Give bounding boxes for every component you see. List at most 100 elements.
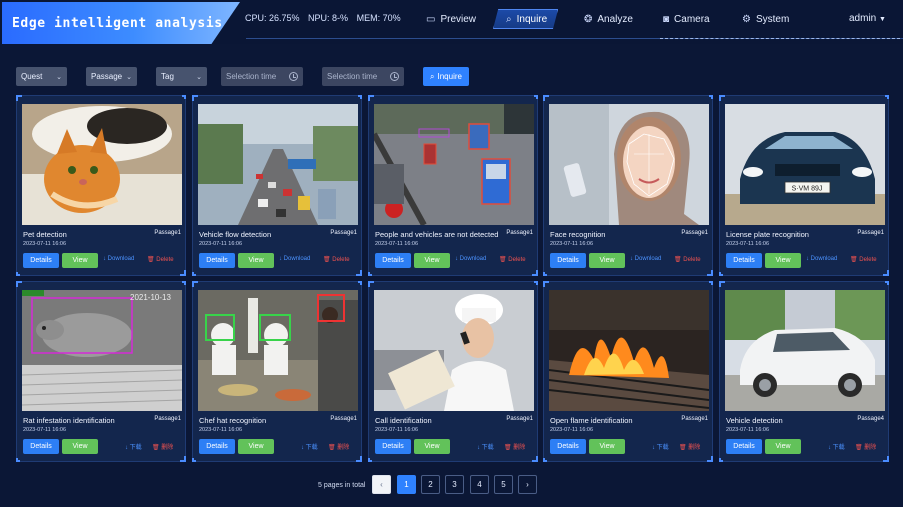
- page-3-button[interactable]: 3: [445, 475, 464, 494]
- delete-link[interactable]: 🗑 Delete: [850, 256, 877, 263]
- details-button[interactable]: Details: [23, 439, 59, 454]
- page-2-button[interactable]: 2: [421, 475, 440, 494]
- download-link[interactable]: ↓ Download: [103, 256, 134, 262]
- passage-select[interactable]: Passage ⌄: [86, 67, 137, 86]
- details-button[interactable]: Details: [23, 253, 59, 268]
- delete-label: 删除: [864, 445, 877, 451]
- search-doc-icon: ⌕: [506, 13, 512, 25]
- thumbnail-image: 2021-10-13: [22, 290, 182, 411]
- delete-link[interactable]: 🗑 Delete: [674, 256, 701, 263]
- chevron-down-icon: ⌄: [196, 73, 202, 81]
- view-button[interactable]: View: [414, 253, 450, 268]
- card-thumbnail[interactable]: [549, 290, 709, 411]
- nav-camera[interactable]: ◙ Camera: [663, 9, 710, 29]
- download-label: 下载: [832, 445, 845, 451]
- card-passage: Passage1: [681, 230, 708, 236]
- delete-link[interactable]: 🗑 删除: [328, 442, 349, 451]
- card-thumbnail[interactable]: [198, 104, 358, 225]
- delete-link[interactable]: 🗑 删除: [504, 442, 525, 451]
- delete-link[interactable]: 🗑 Delete: [499, 256, 526, 263]
- card-passage: Passage4: [857, 416, 884, 422]
- next-page-button[interactable]: ›: [518, 475, 537, 494]
- card-thumbnail[interactable]: [374, 104, 534, 225]
- view-button[interactable]: View: [414, 439, 450, 454]
- start-time-picker[interactable]: Selection time: [221, 67, 303, 86]
- download-link[interactable]: ↓ Download: [806, 256, 837, 262]
- delete-link[interactable]: 🗑 删除: [152, 442, 173, 451]
- end-time-picker[interactable]: Selection time: [322, 67, 404, 86]
- download-icon: ↓: [806, 256, 809, 262]
- card-title: License plate recognition: [726, 230, 809, 239]
- details-button[interactable]: Details: [375, 253, 411, 268]
- download-link[interactable]: ↓ 下载: [125, 442, 142, 451]
- download-link[interactable]: ↓ 下载: [301, 442, 318, 451]
- card-thumbnail[interactable]: [725, 290, 885, 411]
- details-button[interactable]: Details: [199, 439, 235, 454]
- details-button[interactable]: Details: [550, 253, 586, 268]
- card-thumbnail[interactable]: 2021-10-13: [22, 290, 182, 411]
- card-thumbnail[interactable]: [549, 104, 709, 225]
- thumbnail-image: [198, 290, 358, 411]
- download-link[interactable]: ↓ 下载: [652, 442, 669, 451]
- details-button[interactable]: Details: [199, 253, 235, 268]
- prev-page-button[interactable]: ‹: [372, 475, 391, 494]
- nav-preview[interactable]: ▭ Preview: [426, 9, 476, 29]
- tag-select[interactable]: Tag ⌄: [156, 67, 207, 86]
- card-passage: Passage1: [857, 230, 884, 236]
- page-1-button[interactable]: 1: [397, 475, 416, 494]
- view-button[interactable]: View: [238, 439, 274, 454]
- delete-link[interactable]: 🗑 Delete: [323, 256, 350, 263]
- download-icon: ↓: [455, 256, 458, 262]
- download-link[interactable]: ↓ 下载: [828, 442, 845, 451]
- page-number: 1: [404, 480, 409, 489]
- details-button[interactable]: Details: [726, 253, 762, 268]
- card-timestamp: 2023-07-11 16:06: [375, 427, 419, 433]
- card-timestamp: 2023-07-11 16:06: [23, 427, 67, 433]
- download-icon: ↓: [279, 256, 282, 262]
- user-menu[interactable]: admin ▼: [849, 13, 886, 24]
- delete-label: 删除: [513, 445, 526, 451]
- resource-stats: CPU: 26.75% NPU: 8-% MEM: 70%: [245, 13, 407, 23]
- nav-analyze-label: Analyze: [597, 13, 633, 25]
- download-link[interactable]: ↓ 下载: [477, 442, 494, 451]
- chevron-left-icon: ‹: [380, 480, 383, 489]
- thumbnail-image: [549, 290, 709, 411]
- view-button[interactable]: View: [62, 253, 98, 268]
- inquire-button[interactable]: ⌕ Inquire: [423, 67, 469, 86]
- delete-label: 删除: [337, 445, 350, 451]
- nav-analyze[interactable]: ❂ Analyze: [584, 9, 633, 29]
- page-total: 5 pages in total: [318, 482, 366, 489]
- view-button[interactable]: View: [589, 253, 625, 268]
- view-button[interactable]: View: [62, 439, 98, 454]
- details-button[interactable]: Details: [375, 439, 411, 454]
- card-thumbnail[interactable]: [22, 104, 182, 225]
- view-button[interactable]: View: [765, 253, 801, 268]
- cpu-usage: CPU: 26.75%: [245, 13, 300, 23]
- delete-link[interactable]: 🗑 删除: [679, 442, 700, 451]
- download-link[interactable]: ↓ Download: [279, 256, 310, 262]
- page-number: 3: [452, 480, 457, 489]
- delete-link[interactable]: 🗑 Delete: [147, 256, 174, 263]
- details-button[interactable]: Details: [550, 439, 586, 454]
- delete-link[interactable]: 🗑 删除: [855, 442, 876, 451]
- nav-system[interactable]: ⚙ System: [742, 9, 789, 29]
- page-5-button[interactable]: 5: [494, 475, 513, 494]
- download-icon: ↓: [103, 256, 106, 262]
- details-button[interactable]: Details: [726, 439, 762, 454]
- chevron-down-icon: ▼: [879, 16, 886, 23]
- download-icon: ↓: [301, 445, 304, 451]
- card-thumbnail[interactable]: S·VM 89J: [725, 104, 885, 225]
- view-button[interactable]: View: [765, 439, 801, 454]
- view-button[interactable]: View: [589, 439, 625, 454]
- view-button[interactable]: View: [238, 253, 274, 268]
- page-4-button[interactable]: 4: [470, 475, 489, 494]
- nav-inquire[interactable]: ⌕ Inquire: [493, 9, 559, 29]
- delete-label: Delete: [683, 257, 701, 263]
- quest-select[interactable]: Quest ⌄: [16, 67, 67, 86]
- download-link[interactable]: ↓ Download: [630, 256, 661, 262]
- card-timestamp: 2023-07-11 16:06: [199, 427, 243, 433]
- card-thumbnail[interactable]: [198, 290, 358, 411]
- svg-text:S·VM 89J: S·VM 89J: [792, 186, 823, 193]
- card-thumbnail[interactable]: [374, 290, 534, 411]
- download-link[interactable]: ↓ Download: [455, 256, 486, 262]
